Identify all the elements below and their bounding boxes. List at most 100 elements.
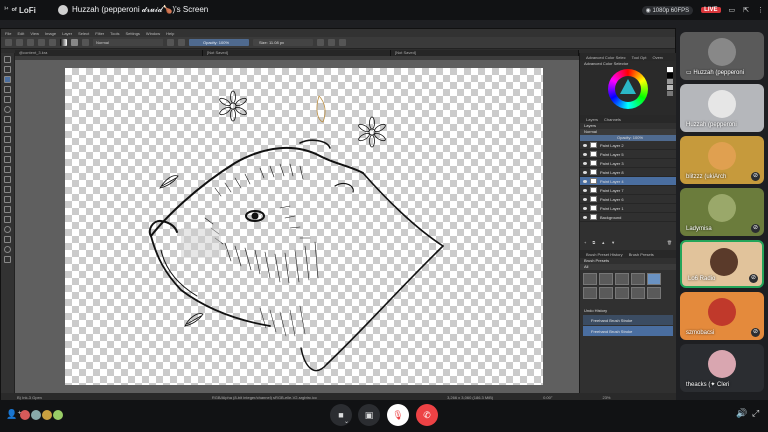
layer-row[interactable]: Paint Layer 3: [580, 159, 676, 168]
tab-color-selector[interactable]: Advanced Color Selec: [586, 55, 626, 60]
color-wheel[interactable]: [608, 69, 648, 109]
mute-mic-button[interactable]: 🎙: [387, 404, 409, 426]
add-layer-icon[interactable]: +: [584, 240, 586, 246]
viewer-avatar[interactable]: [31, 410, 41, 420]
ellipse-tool-icon[interactable]: [4, 106, 11, 113]
eye-icon[interactable]: [583, 152, 587, 156]
brush-preset[interactable]: [615, 287, 629, 299]
gradient-icon[interactable]: [60, 39, 67, 46]
swatch[interactable]: [667, 73, 673, 78]
open-icon[interactable]: [16, 39, 23, 46]
tab-brush-history[interactable]: Brush Preset History: [586, 252, 623, 257]
brush-preset[interactable]: [599, 273, 613, 285]
brush-preset[interactable]: [599, 287, 613, 299]
tab-overview[interactable]: Overv: [652, 55, 663, 60]
line-tool-icon[interactable]: [4, 86, 11, 93]
viewer-avatar[interactable]: [42, 410, 52, 420]
undo-item[interactable]: Freehand Brush Stroke: [583, 315, 673, 325]
eye-icon[interactable]: [583, 170, 587, 174]
eye-icon[interactable]: [583, 215, 587, 219]
brush-preset[interactable]: [583, 287, 597, 299]
move-down-icon[interactable]: ▼: [611, 240, 615, 246]
layer-row[interactable]: Paint Layer 8: [580, 168, 676, 177]
assistant-tool-icon[interactable]: [4, 186, 11, 193]
new-icon[interactable]: [5, 39, 12, 46]
mirror-h-icon[interactable]: [317, 39, 324, 46]
layer-row[interactable]: Paint Layer 5: [580, 150, 676, 159]
tab-tool-options[interactable]: Tool Opt: [632, 55, 647, 60]
tab-layers[interactable]: Layers: [586, 117, 598, 122]
server-label[interactable]: ³⁴ ᵒᶠ LoFi: [0, 6, 36, 15]
viewer-avatar[interactable]: [20, 410, 30, 420]
swatch[interactable]: [667, 79, 673, 84]
layer-row[interactable]: Paint Layer 1: [580, 204, 676, 213]
brush-preset[interactable]: [615, 273, 629, 285]
eye-icon[interactable]: [583, 143, 587, 147]
menu-layer[interactable]: Layer: [62, 31, 72, 36]
wrap-icon[interactable]: [339, 39, 346, 46]
menu-tools[interactable]: Tools: [110, 31, 119, 36]
participant-tile[interactable]: theacks (✦ Cleri: [680, 344, 764, 392]
disconnect-button[interactable]: ✆: [416, 404, 438, 426]
ellipse-select-icon[interactable]: [4, 226, 11, 233]
duplicate-layer-icon[interactable]: ⧉: [592, 240, 595, 246]
brush-preset[interactable]: [647, 287, 661, 299]
path-tool-icon[interactable]: [4, 126, 11, 133]
eye-icon[interactable]: [583, 197, 587, 201]
layer-row[interactable]: Paint Layer 2: [580, 141, 676, 150]
layer-row[interactable]: Paint Layer 6: [580, 195, 676, 204]
gradient-tool-icon[interactable]: [4, 206, 11, 213]
opacity-slider[interactable]: Opacity: 100%: [189, 39, 249, 46]
pan-tool-icon[interactable]: [4, 256, 11, 263]
drawing-canvas[interactable]: [65, 68, 543, 385]
fill-tool-icon[interactable]: [4, 166, 11, 173]
layout-icon[interactable]: ▭: [729, 6, 736, 14]
measure-tool-icon[interactable]: [4, 196, 11, 203]
menu-edit[interactable]: Edit: [17, 31, 24, 36]
tab-channels[interactable]: Channels: [604, 117, 621, 122]
menu-window[interactable]: Window: [146, 31, 160, 36]
eye-icon[interactable]: [583, 188, 587, 192]
brush-preset-icon[interactable]: [82, 39, 89, 46]
volume-icon[interactable]: 🔊: [736, 408, 747, 419]
alpha-lock-icon[interactable]: [178, 39, 185, 46]
brush-tool-icon[interactable]: [4, 76, 11, 83]
brush-preset[interactable]: [647, 273, 661, 285]
brush-preset[interactable]: [583, 273, 597, 285]
eraser-icon[interactable]: [167, 39, 174, 46]
blend-mode-select[interactable]: Normal: [93, 39, 163, 46]
fullscreen-icon[interactable]: ⤢: [752, 408, 759, 419]
menu-help[interactable]: Help: [166, 31, 174, 36]
brush-preset[interactable]: [631, 273, 645, 285]
viewer-avatar[interactable]: [53, 410, 63, 420]
participant-tile[interactable]: Huzzah (pepperoni: [680, 84, 764, 132]
brush-preset[interactable]: [631, 287, 645, 299]
layer-row-selected[interactable]: Paint Layer 4: [580, 177, 676, 186]
rectangle-tool-icon[interactable]: [4, 96, 11, 103]
undo-item[interactable]: Freehand Brush Stroke: [583, 326, 673, 336]
swatch[interactable]: [667, 85, 673, 90]
pattern-icon[interactable]: [71, 39, 78, 46]
transform-tool-icon[interactable]: [4, 66, 11, 73]
crop-tool-icon[interactable]: [4, 156, 11, 163]
menu-file[interactable]: File: [5, 31, 11, 36]
undo-icon[interactable]: [38, 39, 45, 46]
size-slider[interactable]: Size: 11.08 px: [253, 39, 313, 46]
move-tool-icon[interactable]: [4, 146, 11, 153]
menu-settings[interactable]: Settings: [125, 31, 139, 36]
select-tool-icon[interactable]: [4, 56, 11, 63]
color-triangle[interactable]: [620, 79, 636, 94]
menu-image[interactable]: Image: [45, 31, 56, 36]
menu-filter[interactable]: Filter: [95, 31, 104, 36]
rect-select-icon[interactable]: [4, 216, 11, 223]
participant-tile[interactable]: szmobacsi ⊘: [680, 292, 764, 340]
menu-view[interactable]: View: [30, 31, 39, 36]
swatch[interactable]: [667, 91, 673, 96]
more-icon[interactable]: ⋮: [757, 6, 764, 14]
lasso-select-icon[interactable]: [4, 236, 11, 243]
popout-icon[interactable]: ⇱: [743, 6, 749, 14]
layer-row[interactable]: Paint Layer 7: [580, 186, 676, 195]
mirror-v-icon[interactable]: [328, 39, 335, 46]
layer-row[interactable]: Background: [580, 213, 676, 222]
participant-tile[interactable]: ▭ Huzzah (pepperoni: [680, 32, 764, 80]
